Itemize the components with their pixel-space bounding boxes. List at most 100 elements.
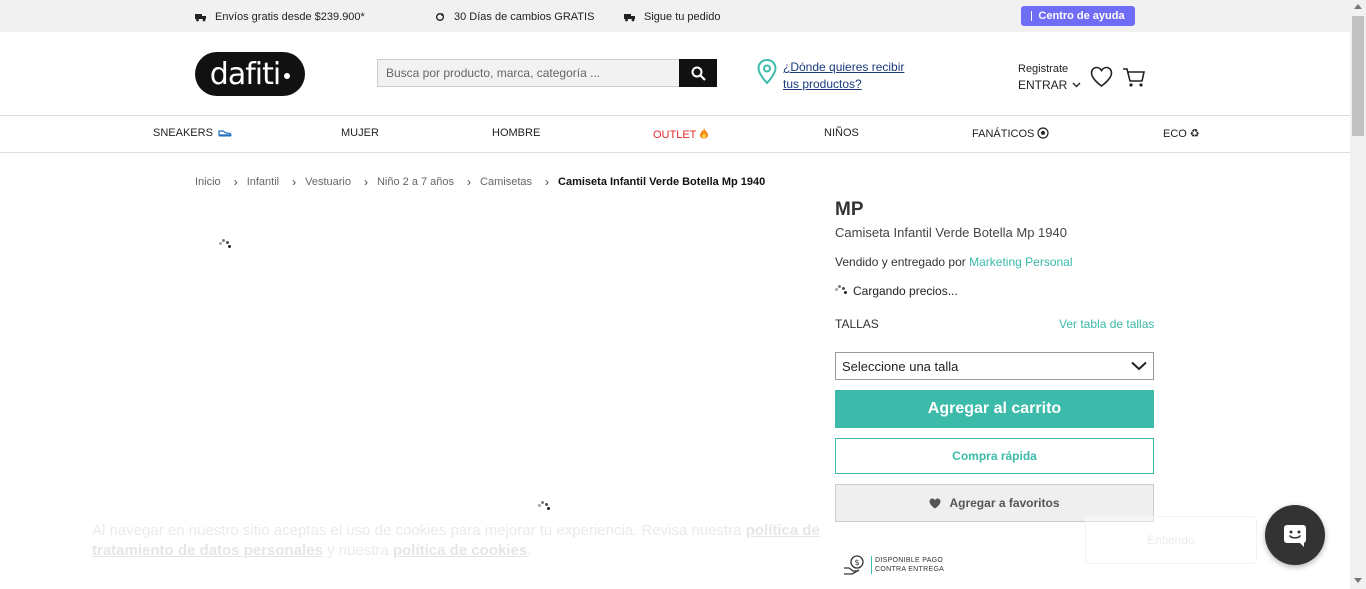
quick-buy-button[interactable]: Compra rápida bbox=[835, 438, 1154, 474]
chevron-down-icon bbox=[1072, 82, 1081, 88]
dafiti-logo[interactable]: dafiti bbox=[195, 52, 305, 96]
breadcrumb-current: Camiseta Infantil Verde Botella Mp 1940 bbox=[558, 176, 766, 188]
chevron-right-icon: › bbox=[545, 175, 550, 189]
truck-icon bbox=[195, 14, 206, 22]
scrollbar-thumb[interactable] bbox=[1352, 16, 1364, 136]
chat-widget-button[interactable] bbox=[1265, 505, 1325, 565]
main-nav: SNEAKERS MUJER HOMBRE OUTLET NIÑOS FANÁT… bbox=[0, 117, 1350, 153]
breadcrumb: Inicio › Infantil › Vestuario › Niño 2 a… bbox=[195, 175, 765, 189]
cart-button[interactable] bbox=[1122, 68, 1146, 93]
nav-item-sneakers[interactable]: SNEAKERS bbox=[153, 127, 232, 139]
location-link[interactable]: ¿Dónde quieres recibir tus productos? bbox=[783, 59, 904, 93]
cookie-accept-button[interactable]: Entiendo bbox=[1085, 516, 1257, 564]
chevron-right-icon: › bbox=[233, 175, 238, 189]
nav-item-label: NIÑOS bbox=[824, 127, 859, 139]
separator bbox=[1031, 11, 1033, 21]
help-center-button[interactable]: Centro de ayuda bbox=[1021, 6, 1135, 26]
product-name: Camiseta Infantil Verde Botella Mp 1940 bbox=[835, 225, 1067, 240]
search-bar bbox=[377, 59, 717, 87]
payment-badge-line-1: DISPONIBLE PAGO bbox=[875, 557, 944, 564]
cookie-text-2: y nuestra bbox=[322, 542, 393, 559]
cookie-text-3: . bbox=[527, 542, 532, 559]
size-guide-link[interactable]: Ver tabla de tallas bbox=[1059, 317, 1154, 331]
add-to-favorites-label: Agregar a favoritos bbox=[949, 496, 1060, 510]
logo-text: dafiti bbox=[209, 56, 281, 92]
promo-shipping-label: Envíos gratis desde $239.900* bbox=[215, 11, 365, 23]
location-line-1: ¿Dónde quieres recibir bbox=[783, 60, 905, 74]
promo-exchange-label: 30 Días de cambios GRATIS bbox=[454, 11, 595, 23]
scroll-up-arrow-icon[interactable] bbox=[1354, 4, 1362, 9]
search-icon bbox=[691, 66, 706, 81]
promo-bar: Envíos gratis desde $239.900* 30 Días de… bbox=[0, 0, 1350, 32]
payment-badge-line-2: CONTRA ENTREGA bbox=[875, 566, 945, 573]
wishlist-button[interactable] bbox=[1090, 66, 1113, 93]
nav-item-label: SNEAKERS bbox=[153, 127, 213, 139]
login-label: ENTRAR bbox=[1018, 78, 1068, 92]
promo-tracking-label: Sigue tu pedido bbox=[644, 11, 721, 23]
breadcrumb-nino[interactable]: Niño 2 a 7 años bbox=[377, 176, 454, 188]
chat-smile-icon bbox=[1284, 525, 1306, 547]
promo-exchange[interactable]: 30 Días de cambios GRATIS bbox=[434, 11, 594, 23]
shopping-cart-icon bbox=[1123, 68, 1145, 87]
truck-icon bbox=[624, 14, 635, 22]
soccer-ball-icon bbox=[1037, 127, 1050, 139]
nav-item-outlet[interactable]: OUTLET bbox=[653, 127, 709, 141]
sizes-label: TALLAS bbox=[835, 317, 879, 331]
product-brand[interactable]: MP bbox=[835, 199, 864, 221]
add-to-cart-button[interactable]: Agregar al carrito bbox=[835, 390, 1154, 428]
size-select-value: Seleccione una talla bbox=[842, 358, 959, 374]
cookie-policy-link[interactable]: política de cookies bbox=[393, 542, 527, 559]
seller-info: Vendido y entregado por Marketing Person… bbox=[835, 255, 1073, 269]
seller-prefix: Vendido y entregado por bbox=[835, 255, 966, 269]
nav-item-label: MUJER bbox=[341, 127, 379, 139]
site-header: dafiti ¿Dónde quieres recibir tus produc… bbox=[0, 32, 1350, 116]
cookie-banner-text: Al navegar en nuestro sitio aceptas el u… bbox=[92, 521, 872, 561]
heart-icon bbox=[929, 498, 941, 508]
register-link[interactable]: Registrate bbox=[1018, 63, 1081, 75]
account-menu[interactable]: Registrate ENTRAR bbox=[1018, 63, 1081, 92]
scroll-down-arrow-icon[interactable] bbox=[1354, 578, 1362, 583]
fire-icon bbox=[700, 128, 709, 139]
nav-item-eco[interactable]: ECO ♻ bbox=[1163, 127, 1200, 140]
search-button[interactable] bbox=[679, 59, 717, 87]
cookie-text-1: Al navegar en nuestro sitio aceptas el u… bbox=[92, 522, 746, 539]
nav-item-fanaticos[interactable]: FANÁTICOS bbox=[972, 127, 1050, 140]
chevron-right-icon: › bbox=[363, 175, 368, 189]
nav-item-hombre[interactable]: HOMBRE bbox=[492, 127, 540, 139]
sneaker-icon bbox=[218, 130, 232, 137]
loading-spinner-icon bbox=[538, 501, 552, 513]
chevron-down-icon bbox=[1131, 361, 1147, 371]
breadcrumb-vestuario[interactable]: Vestuario bbox=[305, 176, 351, 188]
recycle-icon: ♻ bbox=[1189, 127, 1200, 140]
size-select[interactable]: Seleccione una talla bbox=[835, 352, 1154, 380]
login-dropdown[interactable]: ENTRAR bbox=[1018, 78, 1081, 92]
delivery-location[interactable]: ¿Dónde quieres recibir tus productos? bbox=[757, 59, 904, 93]
logo-dot bbox=[284, 73, 291, 79]
loading-spinner-icon bbox=[835, 285, 849, 297]
nav-item-label: FANÁTICOS bbox=[972, 128, 1035, 140]
nav-item-label: OUTLET bbox=[653, 129, 697, 141]
breadcrumb-infantil[interactable]: Infantil bbox=[247, 176, 279, 188]
heart-icon bbox=[1090, 66, 1113, 87]
loading-prices-label: Cargando precios... bbox=[853, 284, 958, 298]
help-center-label: Centro de ayuda bbox=[1038, 10, 1125, 22]
refresh-icon bbox=[436, 12, 445, 21]
nav-item-label: ECO bbox=[1163, 128, 1187, 140]
search-input[interactable] bbox=[377, 59, 679, 87]
payment-badge-text: DISPONIBLE PAGO CONTRA ENTREGA bbox=[871, 556, 944, 574]
location-line-2: tus productos? bbox=[783, 77, 862, 91]
promo-shipping[interactable]: Envíos gratis desde $239.900* bbox=[195, 11, 365, 23]
seller-link[interactable]: Marketing Personal bbox=[969, 255, 1072, 269]
promo-tracking[interactable]: Sigue tu pedido bbox=[624, 11, 720, 23]
chevron-right-icon: › bbox=[467, 175, 472, 189]
location-pin-icon bbox=[757, 59, 777, 85]
nav-item-ninos[interactable]: NIÑOS bbox=[824, 127, 859, 139]
chevron-right-icon: › bbox=[292, 175, 297, 189]
price-loading: Cargando precios... bbox=[835, 284, 958, 298]
nav-item-label: HOMBRE bbox=[492, 127, 541, 139]
nav-item-mujer[interactable]: MUJER bbox=[341, 127, 379, 139]
loading-spinner-icon bbox=[219, 239, 233, 251]
page-scrollbar[interactable] bbox=[1350, 0, 1366, 589]
breadcrumb-camisetas[interactable]: Camisetas bbox=[480, 176, 532, 188]
breadcrumb-inicio[interactable]: Inicio bbox=[195, 176, 221, 188]
